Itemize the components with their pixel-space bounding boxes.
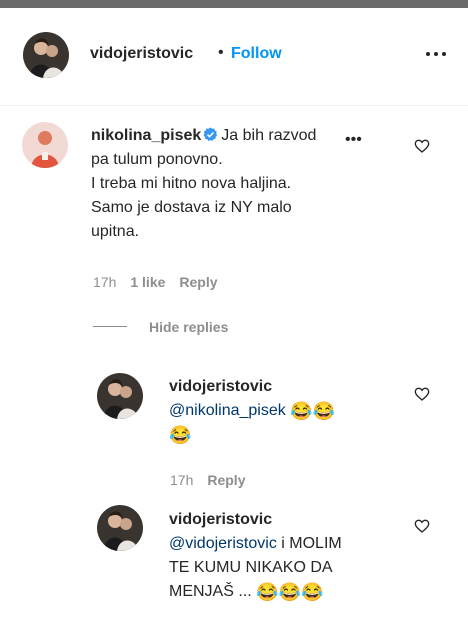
heart-outline-icon[interactable] <box>414 518 430 534</box>
comment-likes[interactable]: 1 like <box>130 274 165 290</box>
verified-badge-icon <box>203 127 218 141</box>
comment-time: 17h <box>93 274 117 290</box>
separator-dot: • <box>218 44 224 61</box>
avatar[interactable] <box>97 505 143 551</box>
laughing-emoji-icon: 😂 <box>300 582 324 602</box>
reply-username[interactable]: vidojeristovic <box>169 378 272 395</box>
reply-button[interactable]: Reply <box>207 472 245 488</box>
post-header: vidojeristovic • Follow <box>0 8 468 106</box>
comment-username[interactable]: nikolina_pisek <box>91 127 201 144</box>
reply-line: TE KUMU NIKAKO DA <box>169 559 333 576</box>
heart-outline-icon[interactable] <box>414 386 430 402</box>
reply-text: vidojeristovic @vidojeristovic i MOLIM T… <box>169 508 342 604</box>
avatar[interactable] <box>23 32 69 78</box>
laughing-emoji-icon: 😂 <box>290 401 313 421</box>
more-options-icon[interactable] <box>425 44 447 64</box>
reply-line: MENJAŠ ... <box>169 583 252 600</box>
comment-line: pa tulum ponovno. <box>91 151 223 168</box>
top-window-bar <box>0 0 468 8</box>
reply-line: i MOLIM <box>281 535 342 552</box>
reply-time: 17h <box>170 472 194 488</box>
hide-replies-button[interactable]: Hide replies <box>149 319 228 335</box>
reply-username[interactable]: vidojeristovic <box>169 511 272 528</box>
comment-line: upitna. <box>91 223 140 240</box>
heart-outline-icon[interactable] <box>414 138 430 154</box>
post-author-username[interactable]: vidojeristovic <box>90 45 193 63</box>
comment-line: Samo je dostava iz NY malo <box>91 199 292 216</box>
mention-link[interactable]: @nikolina_pisek <box>169 402 286 419</box>
comment-line: Ja bih razvod <box>221 127 317 144</box>
replies-divider <box>93 326 127 327</box>
reply-meta: 17h Reply <box>170 472 245 488</box>
comment-meta: 17h 1 like Reply <box>93 274 218 290</box>
comment-line: I treba mi hitno nova haljina. <box>91 175 292 192</box>
comment-options-icon[interactable]: ••• <box>345 131 362 149</box>
laughing-emoji-icon: 😂 <box>278 582 301 602</box>
comment-text: nikolina_pisek Ja bih razvod pa tulum pon… <box>91 124 316 244</box>
laughing-emoji-icon: 😂 <box>312 401 336 421</box>
avatar[interactable] <box>22 122 68 168</box>
mention-link[interactable]: @vidojeristovic <box>169 535 277 552</box>
follow-button[interactable]: Follow <box>231 45 282 63</box>
laughing-emoji-icon: 😂 <box>169 425 192 445</box>
reply-text: vidojeristovic @nikolina_pisek 😂😂 😂 <box>169 375 335 447</box>
laughing-emoji-icon: 😂 <box>256 582 279 602</box>
avatar[interactable] <box>97 373 143 419</box>
reply-button[interactable]: Reply <box>179 274 217 290</box>
